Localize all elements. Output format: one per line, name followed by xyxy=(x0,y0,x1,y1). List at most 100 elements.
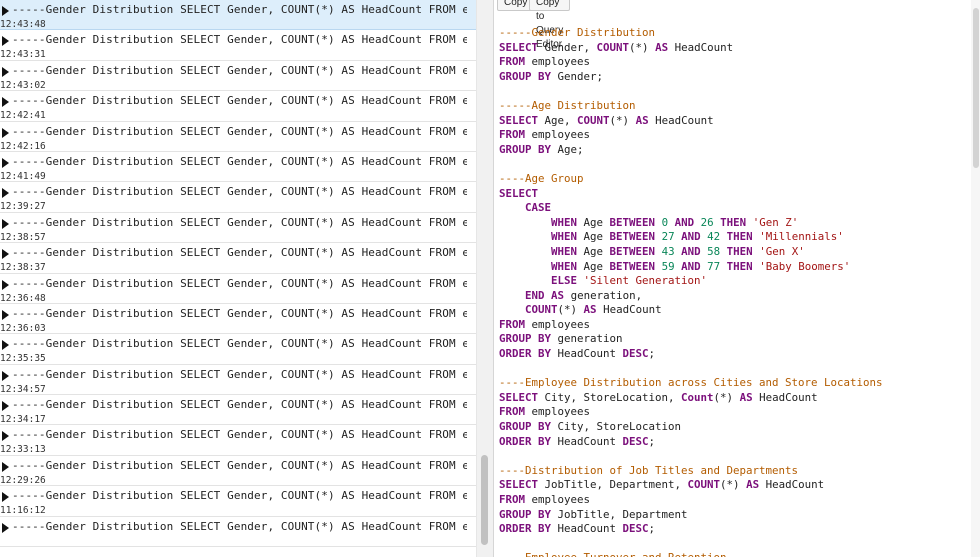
expand-triangle-icon[interactable] xyxy=(2,6,9,16)
code-token: HeadCount xyxy=(551,522,623,536)
history-timestamp: 12:35:35 xyxy=(0,353,46,365)
history-row[interactable]: -----Gender Distribution SELECT Gender, … xyxy=(0,213,476,244)
expand-triangle-icon[interactable] xyxy=(2,66,9,77)
history-row[interactable]: -----Gender Distribution SELECT Gender, … xyxy=(0,91,476,122)
code-token: 42 xyxy=(707,230,721,244)
detail-scrollbar-thumb[interactable] xyxy=(973,8,979,168)
code-token: 'Gen X' xyxy=(759,244,805,258)
code-token: Age xyxy=(577,259,610,273)
code-token: ; xyxy=(648,347,656,361)
code-token: FROM xyxy=(499,317,526,331)
code-token: (*) xyxy=(720,478,747,492)
history-row[interactable]: -----Gender Distribution SELECT Gender, … xyxy=(0,243,476,274)
history-row[interactable]: -----Gender Distribution SELECT Gender, … xyxy=(0,334,476,365)
code-token: AS xyxy=(635,113,649,127)
code-token: FROM xyxy=(499,405,526,419)
query-history-list: -----Gender Distribution SELECT Gender, … xyxy=(0,0,476,557)
code-token: WHEN xyxy=(551,230,578,244)
code-token: 59 xyxy=(661,259,675,273)
code-token: (*) xyxy=(629,40,656,54)
code-token: BETWEEN xyxy=(609,259,656,273)
history-row[interactable]: -----Gender Distribution SELECT Gender, … xyxy=(0,456,476,487)
history-timestamp: 11:16:12 xyxy=(0,505,46,517)
code-token: 26 xyxy=(700,215,714,229)
history-query-text: -----Gender Distribution SELECT Gender, … xyxy=(12,458,467,472)
copy-to-query-editor-button[interactable]: Copy to Query Editor xyxy=(529,0,571,50)
history-query-text: -----Gender Distribution SELECT Gender, … xyxy=(12,94,467,108)
history-row[interactable]: -----Gender Distribution SELECT Gender, … xyxy=(0,274,476,304)
history-row[interactable]: -----Gender Distribution SELECT Gender, … xyxy=(0,122,476,152)
code-token: 58 xyxy=(707,244,721,258)
code-token: Age; xyxy=(551,142,584,156)
code-token: 77 xyxy=(707,259,721,273)
code-line: WHEN Age BETWEEN 27 AND 42 THEN 'Millenn… xyxy=(499,230,883,245)
history-scrollbar-thumb[interactable] xyxy=(481,455,488,545)
code-token: ----Employee Distribution across Cities … xyxy=(499,376,883,390)
expand-triangle-icon[interactable] xyxy=(2,249,9,260)
history-row[interactable]: -----Gender Distribution SELECT Gender, … xyxy=(0,395,476,426)
code-token: (*) xyxy=(557,303,584,317)
expand-triangle-icon[interactable] xyxy=(2,370,9,381)
history-row[interactable]: -----Gender Distribution SELECT Gender, … xyxy=(0,182,476,213)
code-token: SELECT xyxy=(499,186,539,200)
expand-triangle-icon[interactable] xyxy=(2,340,9,351)
code-token: 'Baby Boomers' xyxy=(759,259,851,273)
code-token: AS xyxy=(655,40,669,54)
expand-triangle-icon[interactable] xyxy=(2,309,9,320)
expand-triangle-icon[interactable] xyxy=(2,492,9,503)
code-token: DESC xyxy=(622,347,649,361)
sql-code-view[interactable]: -----Gender Distribution SELECT Gender, C… xyxy=(499,26,883,557)
history-row[interactable]: -----Gender Distribution SELECT Gender, … xyxy=(0,30,476,61)
code-token: AND xyxy=(681,244,701,258)
expand-triangle-icon[interactable] xyxy=(2,431,9,442)
code-token: WHEN xyxy=(551,215,578,229)
code-token: JobTitle, Department, xyxy=(538,478,688,492)
expand-triangle-icon[interactable] xyxy=(2,127,9,138)
code-token: GROUP BY xyxy=(499,507,552,521)
history-scrollbar[interactable] xyxy=(476,0,493,557)
code-token: CASE xyxy=(525,201,552,215)
history-timestamp: 12:43:31 xyxy=(0,49,46,61)
code-token: COUNT xyxy=(687,478,721,492)
history-row[interactable]: -----Gender Distribution SELECT Gender, … xyxy=(0,0,476,31)
history-row[interactable]: -----Gender Distribution SELECT Gender, … xyxy=(0,152,476,183)
code-token: employees xyxy=(525,493,591,506)
detail-scrollbar[interactable] xyxy=(971,0,980,557)
code-line: GROUP BY City, StoreLocation xyxy=(499,420,883,435)
code-token: DESC xyxy=(622,434,649,448)
expand-triangle-icon[interactable] xyxy=(2,461,9,472)
history-row[interactable]: -----Gender Distribution SELECT Gender, … xyxy=(0,304,476,335)
code-token: AS xyxy=(746,478,760,492)
history-row[interactable]: -----Gender Distribution SELECT Gender, … xyxy=(0,486,476,517)
expand-triangle-icon[interactable] xyxy=(2,188,9,199)
history-row[interactable]: -----Gender Distribution SELECT Gender, … xyxy=(0,61,476,92)
expand-triangle-icon[interactable] xyxy=(2,97,9,108)
expand-triangle-icon[interactable] xyxy=(2,279,9,290)
expand-triangle-icon[interactable] xyxy=(2,157,9,168)
code-line: ----Employee Turnover and Retention xyxy=(499,551,883,557)
history-row[interactable]: -----Gender Distribution SELECT Gender, … xyxy=(0,517,476,548)
code-line: WHEN Age BETWEEN 59 AND 77 THEN 'Baby Bo… xyxy=(499,260,883,275)
expand-triangle-icon[interactable] xyxy=(2,36,9,47)
history-query-text: -----Gender Distribution SELECT Gender, … xyxy=(12,154,467,168)
history-row[interactable]: -----Gender Distribution SELECT Gender, … xyxy=(0,425,476,456)
code-token: THEN xyxy=(726,244,753,258)
expand-triangle-icon[interactable] xyxy=(2,401,9,412)
code-token: generation, xyxy=(564,288,643,302)
expand-triangle-icon[interactable] xyxy=(2,522,9,533)
code-line: -----Gender Distribution xyxy=(499,26,883,41)
code-token: employees xyxy=(525,128,591,142)
code-line: ----Employee Distribution across Cities … xyxy=(499,376,883,391)
code-token: ----Distribution of Job Titles and Depar… xyxy=(499,463,799,477)
expand-triangle-icon[interactable] xyxy=(2,218,9,229)
history-row[interactable]: -----Gender Distribution SELECT Gender, … xyxy=(0,365,476,396)
history-query-text: -----Gender Distribution SELECT Gender, … xyxy=(12,3,467,16)
code-token: employees xyxy=(525,55,591,69)
history-query-text: -----Gender Distribution SELECT Gender, … xyxy=(12,124,467,138)
